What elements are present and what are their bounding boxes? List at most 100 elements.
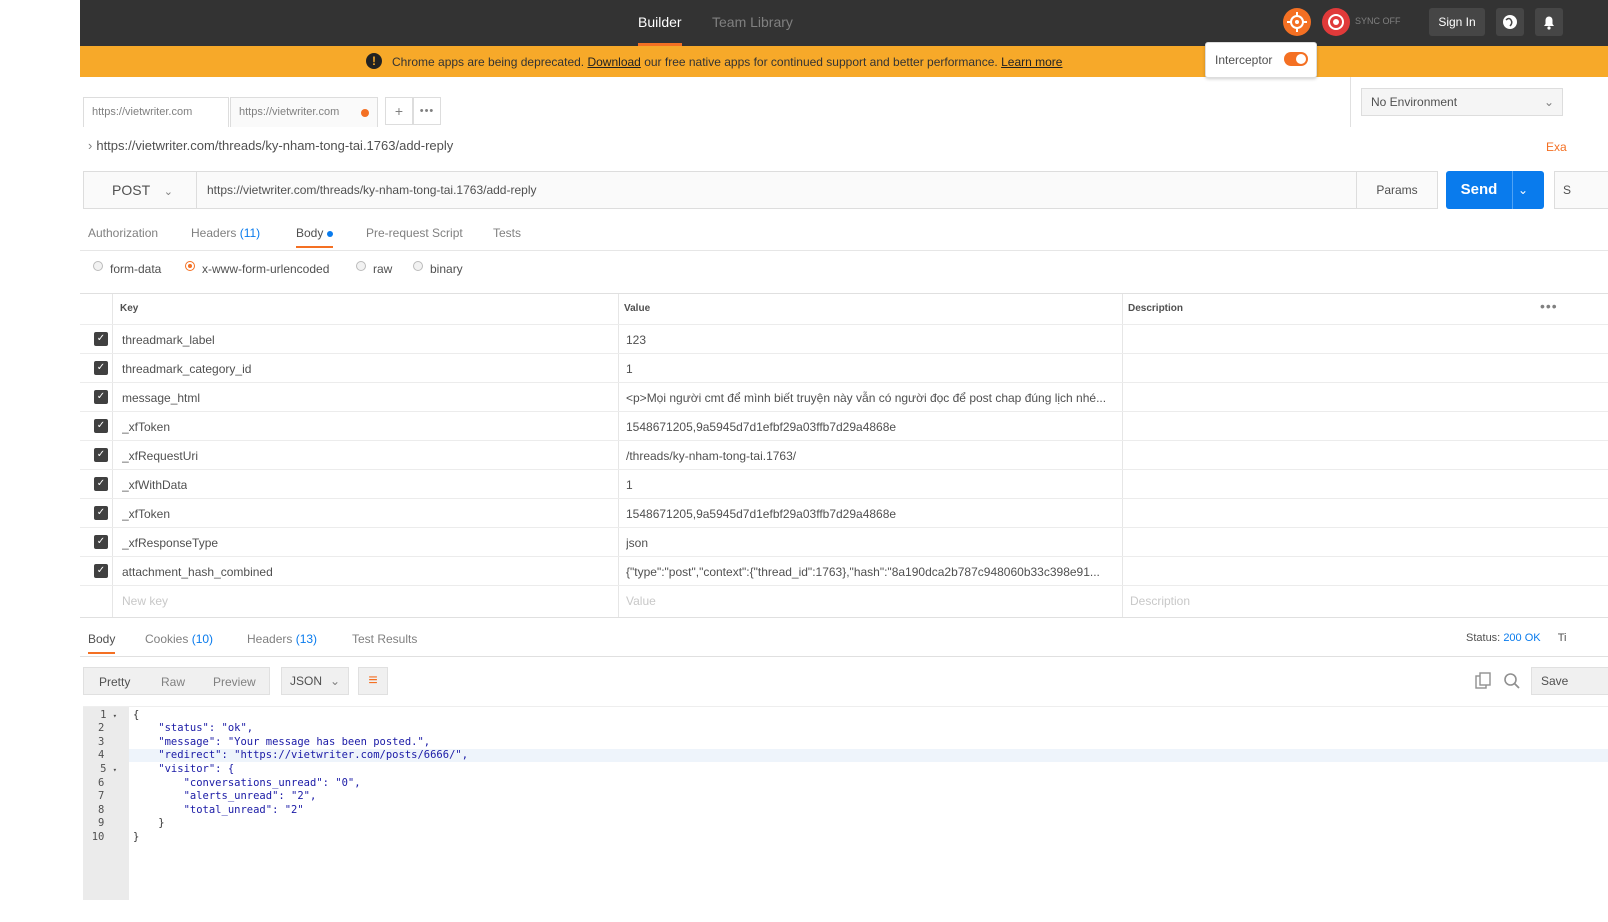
format-pretty[interactable]: Pretty: [99, 675, 130, 689]
table-row: ✓ _xfToken 1548671205,9a5945d7d1efbf29a0…: [80, 411, 1608, 441]
time-label: Ti: [1557, 632, 1567, 644]
tab-body[interactable]: Body: [296, 226, 334, 248]
new-description-input[interactable]: Description: [1130, 594, 1190, 608]
new-tab-button[interactable]: +: [385, 97, 413, 125]
radio-binary[interactable]: [413, 261, 423, 271]
url-input[interactable]: https://vietwriter.com/threads/ky-nham-t…: [207, 183, 536, 197]
response-tab-headers-label: Headers: [247, 632, 293, 646]
table-row: ✓ message_html <p>Mọi người cmt để mình …: [80, 382, 1608, 412]
row-value[interactable]: /threads/ky-nham-tong-tai.1763/: [626, 449, 1116, 463]
chevron-down-icon[interactable]: ⌄: [1518, 171, 1528, 209]
row-value[interactable]: <p>Mọi người cmt để mình biết truyện này…: [626, 391, 1116, 405]
row-value[interactable]: 1: [626, 362, 1116, 376]
params-button[interactable]: Params: [1356, 172, 1437, 208]
tab-authorization[interactable]: Authorization: [88, 226, 158, 240]
row-key[interactable]: _xfResponseType: [122, 536, 218, 550]
chevron-down-icon: ⌄: [163, 186, 173, 198]
row-value[interactable]: 1548671205,9a5945d7d1efbf29a03ffb7d29a48…: [626, 507, 1116, 521]
row-checkbox[interactable]: ✓: [94, 332, 108, 346]
download-link[interactable]: Download: [587, 55, 640, 69]
row-value[interactable]: {"type":"post","context":{"thread_id":17…: [626, 565, 1116, 579]
row-key[interactable]: _xfWithData: [122, 478, 187, 492]
search-icon[interactable]: [1503, 672, 1521, 695]
sync-icon[interactable]: [1322, 8, 1350, 36]
row-key[interactable]: _xfToken: [122, 420, 170, 434]
code-line: "status": "ok",: [133, 722, 254, 734]
row-key[interactable]: threadmark_label: [122, 333, 215, 347]
row-value[interactable]: 1548671205,9a5945d7d1efbf29a03ffb7d29a48…: [626, 420, 1116, 434]
response-tab-test-results[interactable]: Test Results: [352, 632, 417, 646]
table-row: ✓ threadmark_label 123: [80, 324, 1608, 354]
radio-form-data[interactable]: [93, 261, 103, 271]
globe-icon[interactable]: [1496, 8, 1524, 36]
url-bar: POST ⌄ https://vietwriter.com/threads/ky…: [83, 171, 1438, 209]
request-tab-1[interactable]: https://vietwriter.com: [83, 97, 229, 127]
row-checkbox[interactable]: ✓: [94, 448, 108, 462]
new-value-input[interactable]: Value: [626, 594, 656, 608]
response-tab-headers[interactable]: Headers (13): [247, 632, 317, 646]
row-value[interactable]: 1: [626, 478, 1116, 492]
language-select[interactable]: JSON ⌄: [281, 667, 349, 695]
response-tab-cookies[interactable]: Cookies (10): [145, 632, 213, 646]
radio-label[interactable]: x-www-form-urlencoded: [202, 262, 329, 276]
tab-tests[interactable]: Tests: [493, 226, 521, 240]
radio-label[interactable]: form-data: [110, 262, 161, 276]
interceptor-toggle[interactable]: [1284, 52, 1308, 66]
unsaved-dot-icon: [361, 109, 369, 117]
environment-select[interactable]: No Environment ⌄: [1361, 88, 1563, 116]
save-response-button[interactable]: Save: [1531, 667, 1608, 695]
wrap-lines-icon[interactable]: ≡: [358, 667, 388, 695]
params-table: Key Value Description ••• ✓ threadmark_l…: [80, 293, 1608, 618]
row-checkbox[interactable]: ✓: [94, 506, 108, 520]
deprecation-banner: ! Chrome apps are being deprecated. Down…: [80, 46, 1608, 77]
row-key[interactable]: _xfToken: [122, 507, 170, 521]
table-row: ✓ _xfWithData 1: [80, 469, 1608, 499]
radio-label[interactable]: binary: [430, 262, 463, 276]
tab-pre-request-script[interactable]: Pre-request Script: [366, 226, 463, 240]
row-key[interactable]: threadmark_category_id: [122, 362, 251, 376]
copy-icon[interactable]: [1474, 672, 1492, 695]
divider: [1350, 77, 1351, 127]
row-checkbox[interactable]: ✓: [94, 535, 108, 549]
row-value[interactable]: 123: [626, 333, 1116, 347]
bell-icon[interactable]: [1535, 8, 1563, 36]
new-key-input[interactable]: New key: [122, 594, 168, 608]
tab-team-library[interactable]: Team Library: [712, 0, 793, 46]
row-key[interactable]: _xfRequestUri: [122, 449, 198, 463]
row-checkbox[interactable]: ✓: [94, 390, 108, 404]
radio-urlencoded[interactable]: [185, 261, 195, 271]
row-checkbox[interactable]: ✓: [94, 361, 108, 375]
warning-icon: !: [366, 53, 382, 69]
examples-link[interactable]: Exa: [1546, 140, 1567, 154]
tab-builder[interactable]: Builder: [638, 0, 682, 46]
request-breadcrumb[interactable]: › https://vietwriter.com/threads/ky-nham-…: [88, 138, 453, 153]
radio-label[interactable]: raw: [373, 262, 392, 276]
row-value[interactable]: json: [626, 536, 1116, 550]
format-raw[interactable]: Raw: [161, 675, 185, 689]
row-key[interactable]: attachment_hash_combined: [122, 565, 273, 579]
more-tabs-icon[interactable]: •••: [413, 97, 441, 125]
method-select[interactable]: POST ⌄: [84, 172, 197, 208]
column-header-key: Key: [120, 303, 139, 314]
send-button[interactable]: Send ⌄: [1446, 171, 1544, 209]
modified-dot-icon: [327, 230, 334, 237]
left-blank-area: [0, 0, 80, 922]
row-key[interactable]: message_html: [122, 391, 200, 405]
column-header-value: Value: [624, 303, 651, 314]
save-request-button[interactable]: S: [1554, 171, 1608, 209]
response-tab-body[interactable]: Body: [88, 632, 116, 654]
request-tab-2[interactable]: https://vietwriter.com: [230, 97, 378, 127]
sign-in-button[interactable]: Sign In: [1429, 8, 1485, 36]
language-value: JSON: [290, 674, 323, 688]
row-checkbox[interactable]: ✓: [94, 419, 108, 433]
learn-more-link[interactable]: Learn more: [1001, 55, 1062, 69]
radio-raw[interactable]: [356, 261, 366, 271]
top-bar: Builder Team Library SYNC OFF Sign In: [80, 0, 1608, 46]
row-checkbox[interactable]: ✓: [94, 477, 108, 491]
interceptor-icon[interactable]: [1283, 8, 1311, 36]
response-code-view[interactable]: 1 ▾ 2 3 4 5 ▾ 6 7 8 9 10 { "status": "ok…: [83, 706, 1608, 900]
tab-headers[interactable]: Headers (11): [191, 226, 260, 240]
more-options-icon[interactable]: •••: [1540, 298, 1558, 314]
row-checkbox[interactable]: ✓: [94, 564, 108, 578]
format-preview[interactable]: Preview: [213, 675, 256, 689]
